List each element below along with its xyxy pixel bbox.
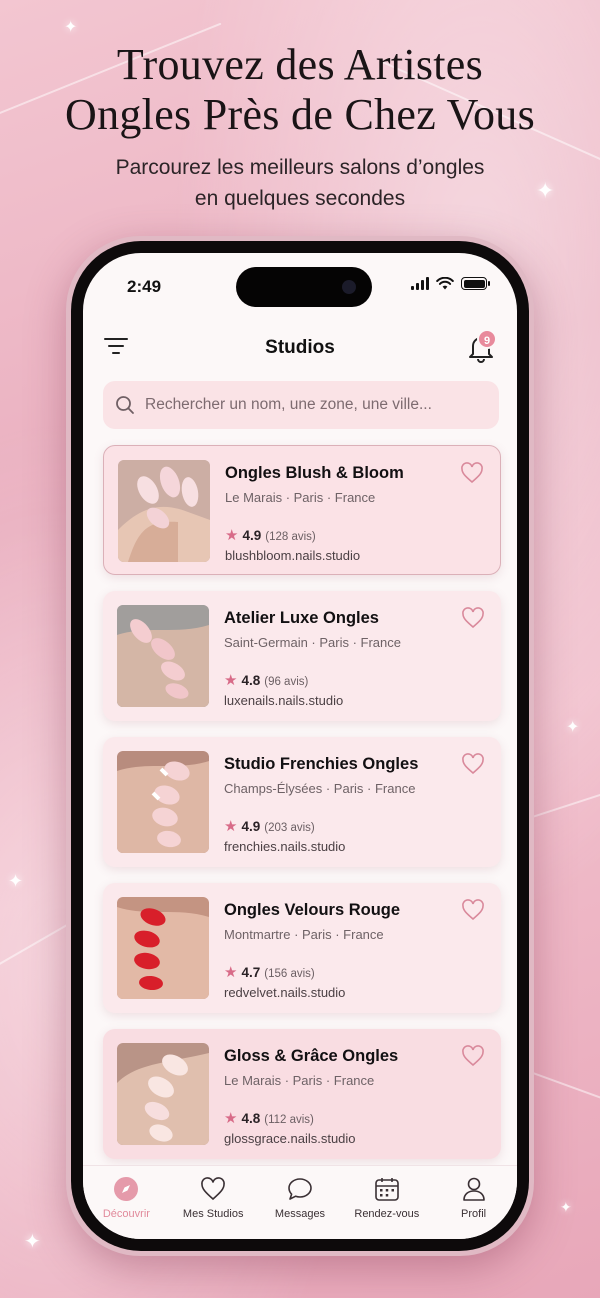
tab-label: Découvrir [102, 1208, 150, 1220]
tab-mes-studios[interactable]: Mes Studios [170, 1166, 257, 1239]
studio-card[interactable]: Atelier Luxe Ongles Saint-Germain · Pari… [103, 591, 501, 721]
star-icon: ★ [225, 527, 239, 544]
hero-title-line: Ongles Près de Chez Vous [65, 90, 535, 139]
studio-name: Ongles Velours Rouge [224, 901, 401, 919]
studio-card[interactable]: Ongles Velours Rouge Montmartre · Paris … [103, 883, 501, 1013]
search-icon [116, 396, 134, 414]
sparkle-icon: ✦ [566, 719, 580, 736]
rating-value: 4.8 [241, 673, 261, 688]
studio-thumbnail [118, 460, 210, 562]
hero-subtitle: Parcourez les meilleurs salons d’ongles … [0, 152, 600, 214]
tab-label: Profil [461, 1208, 487, 1220]
tab-rendez-vous[interactable]: Rendez-vous [343, 1166, 430, 1239]
studio-card[interactable]: Ongles Blush & Bloom Le Marais · Paris ·… [103, 445, 501, 575]
heart-icon[interactable] [461, 899, 485, 921]
studio-website: blushbloom.nails.studio [225, 548, 361, 563]
tab-label: Messages [274, 1208, 326, 1220]
signal-icon [411, 277, 429, 290]
status-time: 2:49 [127, 277, 162, 296]
tab-label: Rendez-vous [354, 1208, 420, 1220]
studio-name: Studio Frenchies Ongles [224, 755, 419, 773]
hero-title-line: Trouvez des Artistes [116, 40, 484, 89]
studio-thumbnail [117, 751, 209, 853]
studio-thumbnail [117, 605, 209, 707]
calendar-icon [374, 1178, 399, 1201]
studio-card[interactable]: Studio Frenchies Ongles Champs-Élysées ·… [103, 737, 501, 867]
hero-subtitle-line: en quelques secondes [194, 187, 406, 210]
studio-rating: ★ 4.7 (156 avis) [224, 963, 315, 981]
studio-location: Montmartre · Paris · France [224, 927, 384, 942]
compass-icon [114, 1177, 139, 1201]
wifi-icon [436, 277, 454, 290]
sparkle-icon: ✦ [64, 19, 78, 36]
star-icon: ★ [224, 818, 238, 835]
studio-website: redvelvet.nails.studio [224, 985, 346, 1000]
heart-icon [201, 1177, 225, 1201]
studio-location: Champs-Élysées · Paris · France [224, 781, 416, 796]
rating-value: 4.7 [241, 965, 261, 980]
review-count: (112 avis) [264, 1114, 314, 1126]
studio-website: glossgrace.nails.studio [224, 1131, 356, 1146]
rating-value: 4.8 [241, 1111, 261, 1126]
review-count: (128 avis) [265, 531, 316, 543]
studio-rating: ★ 4.9 (203 avis) [224, 817, 315, 835]
studio-card[interactable]: Gloss & Grâce Ongles Le Marais · Paris ·… [103, 1029, 501, 1159]
phone-frame: 2:49 Studios 9 Rechercher un nom, une zo… [66, 236, 534, 1256]
notification-badge: 9 [477, 329, 497, 349]
heart-icon[interactable] [461, 607, 485, 629]
studio-thumbnail [117, 897, 209, 999]
heart-icon[interactable] [461, 1045, 485, 1067]
person-icon [462, 1177, 485, 1201]
battery-icon [461, 277, 490, 290]
studio-name: Ongles Blush & Bloom [225, 464, 404, 482]
camera-icon [342, 280, 356, 294]
studio-location: Le Marais · Paris · France [225, 490, 376, 505]
studio-rating: ★ 4.9 (128 avis) [225, 526, 316, 544]
studio-rating: ★ 4.8 (112 avis) [224, 1109, 314, 1127]
sparkle-icon: ✦ [560, 1199, 572, 1215]
status-icons [411, 277, 490, 290]
studio-website: luxenails.nails.studio [224, 693, 344, 708]
heart-icon[interactable] [460, 462, 484, 484]
star-icon: ★ [224, 672, 238, 689]
heart-icon[interactable] [461, 753, 485, 775]
hero-title: Trouvez des Artistes Ongles Près de Chez… [0, 40, 600, 140]
dynamic-island [236, 267, 372, 307]
tab-bar: Découvrir Mes Studios Messages Rendez-vo… [83, 1165, 517, 1239]
hero-subtitle-line: Parcourez les meilleurs salons d’ongles [115, 156, 485, 179]
studio-name: Atelier Luxe Ongles [224, 609, 379, 627]
review-count: (156 avis) [264, 968, 315, 980]
star-icon: ★ [224, 964, 238, 981]
star-icon: ★ [224, 1110, 238, 1127]
studio-rating: ★ 4.8 (96 avis) [224, 671, 308, 689]
search-bar[interactable] [103, 381, 499, 429]
tab-decouvrir[interactable]: Découvrir [83, 1166, 170, 1239]
phone-bezel: 2:49 Studios 9 Rechercher un nom, une zo… [71, 241, 529, 1251]
studio-location: Le Marais · Paris · France [224, 1073, 375, 1088]
studio-website: frenchies.nails.studio [224, 839, 346, 854]
studio-thumbnail [117, 1043, 209, 1145]
sparkle-icon: ✦ [24, 1231, 41, 1253]
review-count: (96 avis) [264, 676, 309, 688]
review-count: (203 avis) [264, 822, 315, 834]
chat-icon [288, 1178, 312, 1200]
app-screen: 2:49 Studios 9 Rechercher un nom, une zo… [83, 253, 517, 1239]
tab-profil[interactable]: Profil [430, 1166, 517, 1239]
studio-location: Saint-Germain · Paris · France [224, 635, 401, 650]
rating-value: 4.9 [241, 819, 261, 834]
rating-value: 4.9 [242, 528, 262, 543]
tab-messages[interactable]: Messages [257, 1166, 344, 1239]
nav-bar: Studios 9 [83, 323, 517, 373]
studio-list: Ongles Blush & Bloom Le Marais · Paris ·… [103, 445, 501, 1175]
sparkle-icon: ✦ [8, 871, 24, 891]
studio-name: Gloss & Grâce Ongles [224, 1047, 399, 1065]
tab-label: Mes Studios [182, 1208, 244, 1220]
page-title: Studios [265, 337, 335, 358]
search-input[interactable] [145, 396, 465, 414]
